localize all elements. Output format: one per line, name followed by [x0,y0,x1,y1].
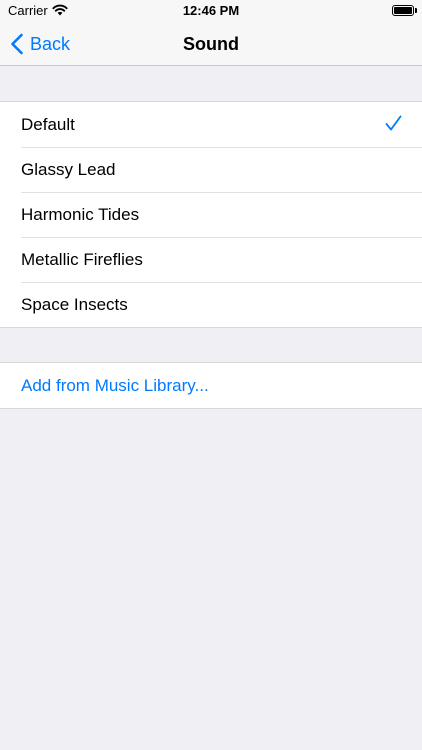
sound-option-space-insects[interactable]: Space Insects [0,282,422,327]
sound-option-default[interactable]: Default [0,102,422,147]
battery-icon [392,5,414,16]
sound-option-glassy-lead[interactable]: Glassy Lead [0,147,422,192]
sound-option-label: Metallic Fireflies [21,249,143,269]
navigation-bar: Back Sound [0,22,422,66]
sound-option-harmonic-tides[interactable]: Harmonic Tides [0,192,422,237]
sound-list: Default Glassy Lead Harmonic Tides Metal… [0,101,422,328]
sound-option-label: Default [21,114,75,134]
status-time: 12:46 PM [182,3,240,18]
page-title: Sound [183,34,239,54]
status-bar: Carrier 12:46 PM [0,0,422,22]
checkmark-icon [385,115,402,131]
battery-cap [415,8,417,13]
sound-option-label: Harmonic Tides [21,204,140,224]
music-library-section: Add from Music Library... [0,362,422,409]
sound-option-label: Glassy Lead [21,159,116,179]
add-from-music-library-label: Add from Music Library... [21,375,209,395]
sound-option-metallic-fireflies[interactable]: Metallic Fireflies [0,237,422,282]
add-from-music-library-button[interactable]: Add from Music Library... [0,363,422,408]
sound-option-label: Space Insects [21,294,128,314]
